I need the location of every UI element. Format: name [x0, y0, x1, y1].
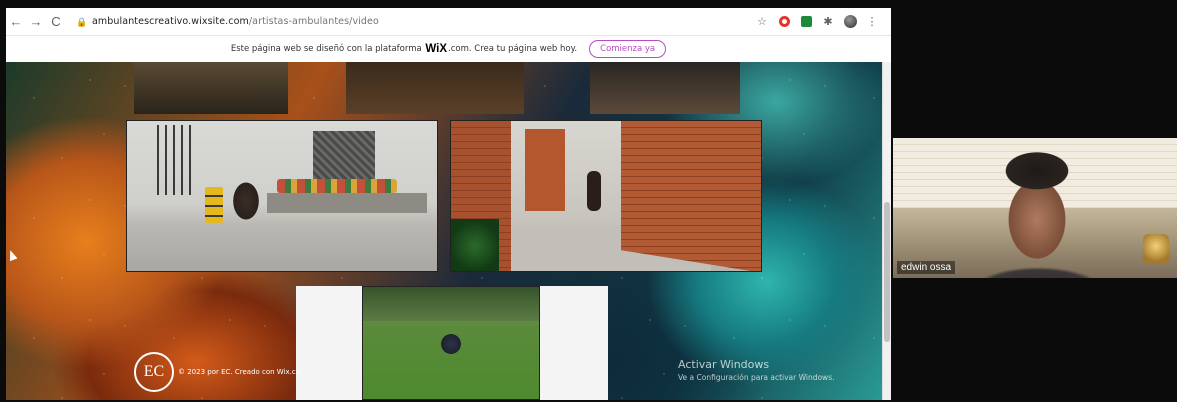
lamp [1143, 234, 1169, 264]
wix-brand: WiX [425, 43, 448, 55]
url-path: /artistas-ambulantes/video [248, 16, 379, 27]
video-player[interactable] [126, 120, 438, 272]
profile-avatar[interactable] [843, 15, 857, 29]
back-icon[interactable]: ← [6, 12, 26, 32]
flower-pots [277, 179, 397, 193]
watermark-title: Activar Windows [678, 358, 770, 371]
wix-banner-text-after: .com. Crea tu página web hoy. [448, 44, 578, 54]
trees [363, 287, 539, 321]
scrollbar-thumb[interactable] [884, 202, 890, 342]
page-content: EC © 2023 por EC. Creado con Wix.co Acti… [6, 62, 882, 400]
watermark-subtitle: Ve a Configuración para activar Windows. [678, 373, 835, 382]
windows-activation-watermark: Activar Windows Ve a Configuración para … [678, 358, 835, 382]
barrel [205, 187, 223, 223]
gate [157, 125, 197, 195]
participant-video-tile[interactable]: edwin ossa [893, 138, 1177, 278]
browser-window: ← → C 🔒 ambulantescreativo.wixsite.com/a… [6, 8, 891, 400]
puzzle-icon[interactable]: ✱ [821, 15, 835, 29]
plant [451, 219, 499, 271]
brick-wall [621, 121, 761, 271]
doorway [525, 129, 565, 211]
lock-icon: 🔒 [76, 16, 88, 27]
site-logo[interactable]: EC [134, 352, 174, 392]
wix-banner-text-before: Este página web se diseñó con la platafo… [230, 44, 422, 54]
forward-icon[interactable]: → [26, 12, 46, 32]
opera-icon[interactable] [777, 15, 791, 29]
screen-share-view: ← → C 🔒 ambulantescreativo.wixsite.com/a… [0, 0, 1177, 402]
url-host: ambulantescreativo.wixsite.com [92, 16, 249, 27]
dancer-figure [227, 171, 265, 231]
url-text: ambulantescreativo.wixsite.com/artistas-… [92, 16, 379, 27]
page-scrollbar[interactable] [882, 62, 891, 400]
browser-toolbar: ← → C 🔒 ambulantescreativo.wixsite.com/a… [6, 8, 891, 36]
star-icon[interactable]: ☆ [755, 15, 769, 29]
participant-hair [993, 142, 1081, 190]
reload-icon[interactable]: C [46, 12, 66, 32]
participant-name: edwin ossa [897, 261, 956, 274]
wix-banner: Este página web se diseñó con la platafo… [6, 36, 891, 62]
toolbar-extensions: ☆ ✱ ⋮ [755, 15, 891, 29]
wix-cta-button[interactable]: Comienza ya [589, 40, 667, 58]
footer-text: © 2023 por EC. Creado con Wix.co [178, 368, 301, 376]
menu-dots-icon[interactable]: ⋮ [865, 15, 879, 29]
video-thumbnail[interactable] [590, 62, 740, 114]
video-thumbnail[interactable] [346, 62, 524, 114]
video-thumbnail[interactable] [134, 62, 288, 114]
video-player[interactable] [450, 120, 762, 272]
address-bar[interactable]: 🔒 ambulantescreativo.wixsite.com/artista… [70, 11, 710, 33]
grid-extension-icon[interactable] [799, 15, 813, 29]
dancer-figure [433, 327, 469, 361]
video-player[interactable] [362, 286, 540, 400]
bench [267, 193, 427, 213]
dancer-figure [587, 171, 601, 211]
